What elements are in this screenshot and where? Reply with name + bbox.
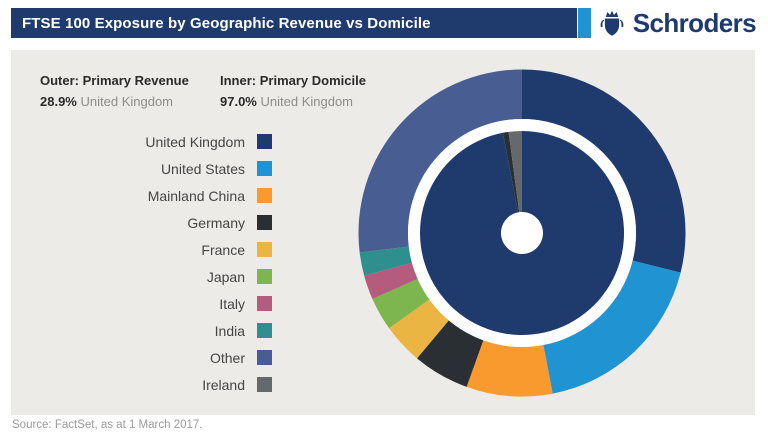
legend-swatch (257, 242, 272, 257)
chart-panel: Outer: Primary Revenue 28.9% United King… (11, 50, 755, 415)
inner-ring-stat-line: 97.0% United Kingdom (220, 95, 366, 108)
legend-item-united-kingdom: United Kingdom (11, 134, 272, 149)
legend-swatch (257, 161, 272, 176)
chart-area (352, 63, 692, 403)
legend-label: France (201, 242, 245, 258)
schroders-logo: Schroders (597, 7, 756, 39)
legend-item-italy: Italy (11, 296, 272, 311)
legend-label: United Kingdom (145, 134, 245, 150)
source-note: Source: FactSet, as at 1 March 2017. (12, 419, 203, 431)
legend-item-india: India (11, 323, 272, 338)
legend-item-germany: Germany (11, 215, 272, 230)
outer-ring-stat-line: 28.9% United Kingdom (40, 95, 189, 108)
legend-label: Mainland China (148, 188, 245, 204)
legend-item-france: France (11, 242, 272, 257)
outer-ring-stat-value: 28.9% (40, 94, 77, 109)
inner-ring-stat: Inner: Primary Domicile 97.0% United Kin… (220, 74, 366, 108)
page-title: FTSE 100 Exposure by Geographic Revenue … (22, 15, 431, 32)
outer-ring-stat: Outer: Primary Revenue 28.9% United King… (40, 74, 189, 108)
legend-label: Germany (187, 215, 245, 231)
legend-label: India (215, 323, 245, 339)
legend-swatch (257, 215, 272, 230)
brand-wordmark: Schroders (633, 7, 756, 39)
legend: United Kingdom United States Mainland Chin… (11, 134, 272, 404)
legend-label: Other (210, 350, 245, 366)
legend-swatch (257, 323, 272, 338)
legend-label: Italy (219, 296, 245, 312)
legend-item-united-states: United States (11, 161, 272, 176)
header-bar: FTSE 100 Exposure by Geographic Revenue … (11, 8, 577, 38)
legend-swatch (257, 134, 272, 149)
legend-item-other: Other (11, 350, 272, 365)
legend-swatch (257, 350, 272, 365)
legend-swatch (257, 269, 272, 284)
legend-item-japan: Japan (11, 269, 272, 284)
legend-label: Ireland (202, 377, 245, 393)
legend-swatch (257, 188, 272, 203)
donut-chart (352, 63, 692, 403)
legend-swatch (257, 377, 272, 392)
schroders-crest-icon (597, 8, 627, 38)
legend-item-mainland-china: Mainland China (11, 188, 272, 203)
header-accent-stripe (578, 8, 591, 38)
outer-ring-stat-label: Outer: Primary Revenue (40, 74, 189, 87)
legend-label: United States (161, 161, 245, 177)
legend-item-ireland: Ireland (11, 377, 272, 392)
outer-ring-stat-country: United Kingdom (81, 94, 174, 109)
legend-label: Japan (207, 269, 245, 285)
inner-ring-stat-label: Inner: Primary Domicile (220, 74, 366, 87)
inner-ring-stat-value: 97.0% (220, 94, 257, 109)
legend-swatch (257, 296, 272, 311)
inner-ring-stat-country: United Kingdom (261, 94, 354, 109)
